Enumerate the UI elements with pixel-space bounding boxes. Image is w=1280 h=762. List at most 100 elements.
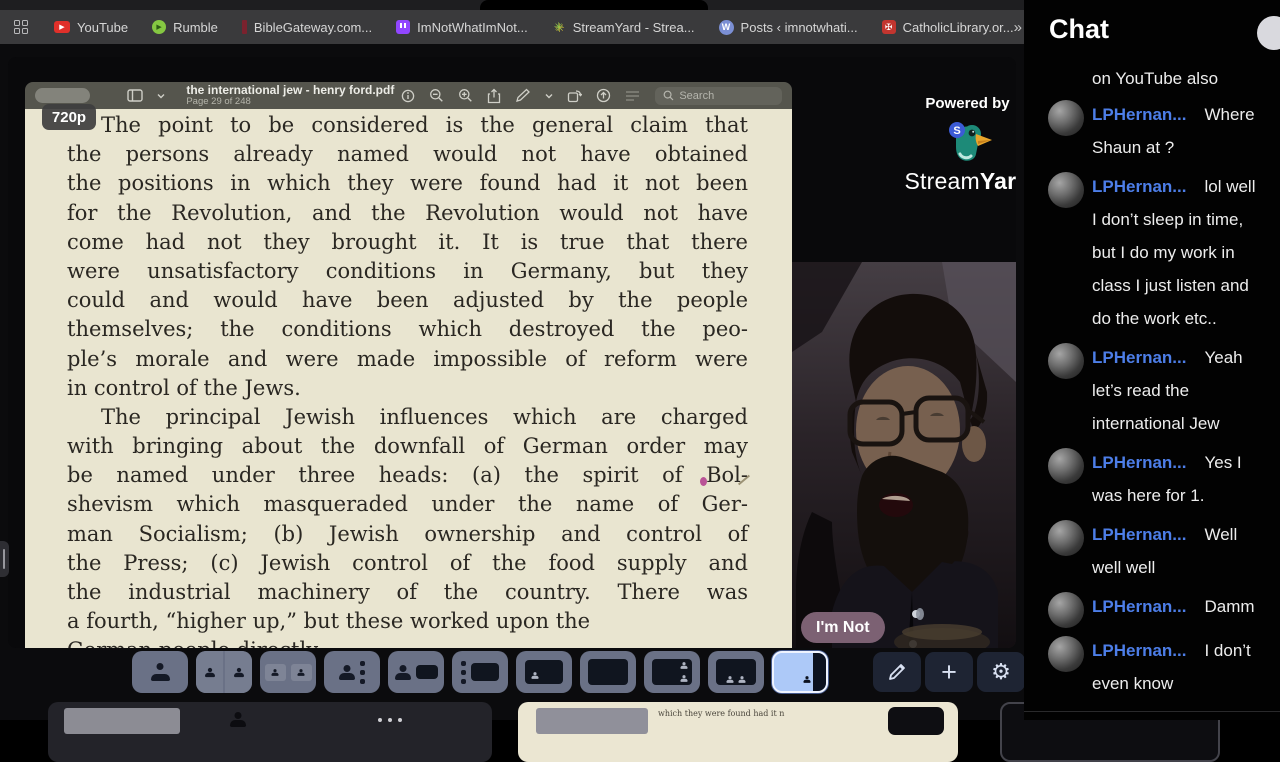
wordpress-icon (718, 19, 734, 35)
bookmark-label: ImNotWhatImNot... (417, 19, 528, 35)
thumbnail-screen-box (64, 708, 180, 734)
layout-solo-button[interactable] (132, 651, 188, 693)
gear-icon: ⚙ (991, 659, 1011, 684)
pdf-text-line: shevism which masqueraded under the name… (67, 492, 748, 517)
layout-screen-rightcol-button[interactable] (644, 651, 700, 693)
bookmark-label: StreamYard - Strea... (572, 19, 695, 35)
youtube-icon (54, 21, 70, 33)
webcam-video[interactable] (792, 262, 1016, 648)
pdf-text-line: could and would have been adjusted by th… (67, 288, 748, 313)
pdf-text-line: for the Revolution, and the Revolution w… (67, 200, 748, 225)
pdf-window: the international jew - henry ford.pdf P… (25, 82, 792, 648)
pdf-text-line: The point to be considered is the genera… (101, 113, 748, 137)
pdf-text-line: a fourth, “higher up,” but these worked … (67, 609, 591, 634)
chat-username[interactable]: LPHernan... (1092, 177, 1186, 196)
chat-username[interactable]: LPHernan... (1092, 525, 1186, 544)
chat-message: LPHernan... Damm (1024, 587, 1280, 631)
screen-icon (415, 665, 438, 679)
scene-thumbnail-pdf[interactable]: which they were found had it n (518, 702, 958, 762)
bookmark-item[interactable]: YouTube (54, 20, 128, 35)
pdf-text-line: ple’s morale and were made impossible of… (67, 346, 748, 371)
chat-message: LPHernan... I don’t even know (1024, 631, 1280, 703)
share-icon[interactable] (487, 88, 501, 104)
screen-icon (588, 659, 628, 685)
streamyard-duck-logo: S (948, 122, 992, 161)
chat-avatar (1048, 636, 1084, 672)
bookmark-item[interactable]: StreamYard - Strea... (552, 20, 695, 35)
info-icon[interactable] (401, 89, 415, 103)
screen-icon (471, 663, 499, 681)
queue-dots-icon (461, 660, 466, 684)
edit-layout-button[interactable] (873, 652, 921, 692)
sidebar-icon[interactable] (127, 89, 144, 102)
chat-username[interactable]: LPHernan... (1092, 453, 1186, 472)
pdf-page[interactable]: The point to be considered is the genera… (25, 109, 792, 648)
layout-screen-bottomstrip-button[interactable] (708, 651, 764, 693)
chat-avatar (1048, 520, 1084, 556)
scene-thumbnail-dark[interactable] (48, 702, 492, 762)
layout-split-button[interactable] (196, 651, 252, 693)
zoom-out-icon[interactable] (429, 88, 444, 103)
person-icon (803, 676, 811, 683)
search-placeholder: Search (679, 89, 715, 102)
bookmark-item[interactable]: CatholicLibrary.or... (881, 20, 1014, 35)
layout-spotlight-button[interactable] (324, 651, 380, 693)
markup-chevron-icon[interactable] (545, 93, 553, 99)
layout-sidebar-screen-button[interactable] (452, 651, 508, 693)
plus-icon: + (941, 656, 957, 687)
layout-screen-pip-button[interactable] (516, 651, 572, 693)
bookmark-item[interactable]: Rumble (152, 20, 218, 35)
pdf-page-indicator: Page 29 of 248 (186, 95, 251, 107)
add-element-button[interactable]: + (925, 652, 973, 692)
highlight-icon-disabled (625, 90, 640, 102)
bookmarks-bar: YouTube Rumble BibleGateway.com... ImNot… (0, 10, 1024, 44)
person-icon (339, 665, 355, 680)
pdf-text-line: the positions in which they were found h… (67, 171, 748, 196)
chat-username[interactable]: LPHernan... (1092, 105, 1186, 124)
chat-message-text: on YouTube also (1092, 69, 1219, 88)
pdf-search-field[interactable]: Search (655, 86, 782, 105)
layout-fullscreen-button[interactable] (580, 651, 636, 693)
bookmark-item[interactable]: Posts ‹ imnotwhati... (718, 19, 858, 35)
chat-popout-button[interactable] (1257, 16, 1280, 50)
chat-username[interactable]: LPHernan... (1092, 597, 1186, 616)
pdf-text-line: themselves; the conditions which destroy… (67, 317, 748, 342)
twitch-icon (396, 20, 411, 34)
person-icon (225, 651, 252, 693)
layout-group-button[interactable] (260, 651, 316, 693)
page-up-icon[interactable] (596, 88, 611, 103)
markup-pencil-icon[interactable] (515, 88, 531, 103)
layout-selector-row (132, 651, 828, 693)
chevron-down-icon[interactable] (157, 93, 165, 99)
chat-message: LPHernan... lol well I don’t sleep in tim… (1024, 167, 1280, 338)
thumbnail-action-button[interactable] (888, 707, 944, 735)
layout-screenshare-focus-button-selected[interactable] (772, 651, 828, 693)
rotate-icon[interactable] (567, 89, 583, 103)
browser-active-tab[interactable] (480, 0, 708, 10)
browser-tab-strip (0, 0, 1024, 10)
pdf-text-line: were unsatisfactory conditions in German… (67, 258, 748, 283)
bookmark-item[interactable]: ImNotWhatImNot... (396, 20, 528, 35)
pdf-text-line: be named under three heads: (a) the spir… (67, 463, 748, 488)
bookmark-item[interactable]: BibleGateway.com... (241, 19, 373, 35)
person-icon (394, 665, 411, 680)
pdf-text-line: the industrial machinery of the country.… (67, 580, 748, 604)
apps-grid-icon[interactable] (14, 20, 28, 34)
chat-username[interactable]: LPHernan... (1092, 348, 1186, 367)
settings-button[interactable]: ⚙ (977, 652, 1025, 692)
zoom-in-icon[interactable] (458, 88, 473, 103)
chat-message: LPHernan... Yes I was here for 1. (1024, 443, 1280, 515)
person-icon (196, 651, 223, 693)
person-icon (680, 675, 688, 682)
window-controls[interactable] (35, 88, 91, 103)
biblegateway-icon (241, 20, 247, 34)
layout-person-screen-button[interactable] (388, 651, 444, 693)
pdf-title-block: the international jew - henry ford.pdf P… (186, 83, 394, 108)
chat-message-list[interactable]: on YouTube also LPHernan... Where Shaun a… (1024, 62, 1280, 703)
pdf-text-line: German people directly (67, 638, 748, 648)
side-panel-handle[interactable] (0, 541, 9, 577)
chat-username[interactable]: LPHernan... (1092, 641, 1186, 660)
bookmark-label: BibleGateway.com... (253, 19, 373, 35)
chat-panel: Chat on YouTube also LPHernan... Where Sh… (1024, 0, 1280, 720)
annotation-dot (700, 477, 707, 486)
